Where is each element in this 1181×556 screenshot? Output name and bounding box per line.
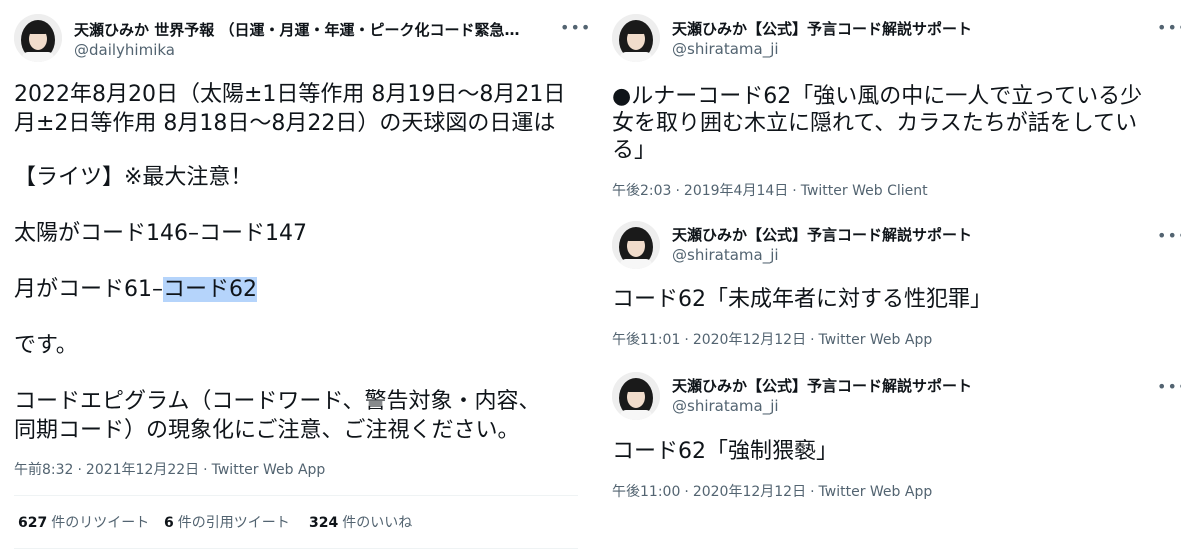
tweet-time[interactable]: 午後11:01 [612,332,680,348]
tweet-text-line: 月±2日等作用 8月18日〜8月22日）の天球図の日運は [14,111,556,136]
avatar-portrait-icon [14,14,62,62]
tweet-time[interactable]: 午前8:32 [14,462,73,478]
tweet-text-line: コードエピグラム（コードワード、警告対象・内容、 [14,389,541,414]
handle[interactable]: @dailyhimika [74,41,175,60]
meta-separator: · [792,183,797,199]
divider [14,548,578,549]
avatar[interactable] [14,14,62,62]
tweet-text-line: 月がコード61–コード62 [14,275,257,304]
more-horizontal-icon[interactable]: ••• [1157,226,1181,245]
divider [14,495,578,496]
quotes-stat[interactable]: 6 件の引用ツイート [164,514,290,532]
avatar-portrait-icon [612,221,660,269]
more-horizontal-icon[interactable]: ••• [1157,18,1181,37]
tweet-text-fragment: 月がコード61– [14,277,163,302]
more-horizontal-icon[interactable]: ••• [560,18,591,37]
meta-separator: · [810,484,815,500]
tweet-client[interactable]: Twitter Web App [212,462,326,478]
display-name[interactable]: 天瀬ひみか【公式】予言コード解説サポート [672,20,1112,39]
meta-separator: · [675,183,680,199]
tweet-meta: 午前8:32 · 2021年12月22日 · Twitter Web App [14,461,325,479]
avatar[interactable] [612,221,660,269]
tweet-client[interactable]: Twitter Web App [819,332,933,348]
tweet-text-line: 女を取り囲む木立に隠れて、カラスたちが話をしてい [612,111,1138,136]
likes-count: 324 [309,515,339,531]
tweet-text-line: 太陽がコード146–コード147 [14,221,307,246]
avatar[interactable] [612,14,660,62]
tweet-text-line: 同期コード）の現象化にご注意、ご注視ください。 [14,418,520,443]
handle[interactable]: @shiratama_ji [672,40,779,59]
retweets-label: 件のリツイート [51,515,150,531]
tweet-text-line: ●ルナーコード62「強い風の中に一人で立っている少 [612,84,1143,109]
tweet-client[interactable]: Twitter Web Client [801,183,928,199]
tweet-client[interactable]: Twitter Web App [819,484,933,500]
avatar-portrait-icon [612,372,660,420]
display-name[interactable]: 天瀬ひみか【公式】予言コード解説サポート [672,377,1112,396]
meta-separator: · [684,332,689,348]
meta-separator: · [810,332,815,348]
tweet-text-line: 【ライツ】※最大注意！ [14,165,253,190]
tweet-date[interactable]: 2020年12月12日 [693,484,806,500]
tweet-text-line: コード62「強制猥褻」 [612,439,838,464]
display-name[interactable]: 天瀬ひみか 世界予報 （日運・月運・年運・ピーク化コード緊急警… [74,21,534,40]
tweet-time[interactable]: 午後11:00 [612,484,680,500]
tweet-text-line: る」 [612,138,657,163]
tweet-time[interactable]: 午後2:03 [612,183,671,199]
tweet-date[interactable]: 2019年4月14日 [684,183,788,199]
selected-text-highlight: コード62 [163,277,257,302]
avatar-portrait-icon [612,14,660,62]
tweet-date[interactable]: 2020年12月12日 [693,332,806,348]
handle[interactable]: @shiratama_ji [672,397,779,416]
quotes-label: 件の引用ツイート [177,515,290,531]
meta-separator: · [203,462,208,478]
likes-label: 件のいいね [342,515,413,531]
meta-separator: · [684,484,689,500]
handle[interactable]: @shiratama_ji [672,246,779,265]
tweet-text-line: です。 [14,333,78,358]
tweet-meta: 午後11:00 · 2020年12月12日 · Twitter Web App [612,483,932,501]
tweet-meta: 午後2:03 · 2019年4月14日 · Twitter Web Client [612,182,928,200]
tweet-date[interactable]: 2021年12月22日 [86,462,199,478]
tweet-meta: 午後11:01 · 2020年12月12日 · Twitter Web App [612,331,932,349]
meta-separator: · [77,462,82,478]
retweets-stat[interactable]: 627 件のリツイート [18,514,149,532]
quotes-count: 6 [164,515,174,531]
retweets-count: 627 [18,515,48,531]
more-horizontal-icon[interactable]: ••• [1157,377,1181,396]
tweet-text-line: コード62「未成年者に対する性犯罪」 [612,287,992,312]
display-name[interactable]: 天瀬ひみか【公式】予言コード解説サポート [672,226,1112,245]
tweet-text-line: 2022年8月20日（太陽±1日等作用 8月19日〜8月21日 [14,82,566,107]
likes-stat[interactable]: 324 件のいいね [309,514,412,532]
avatar[interactable] [612,372,660,420]
